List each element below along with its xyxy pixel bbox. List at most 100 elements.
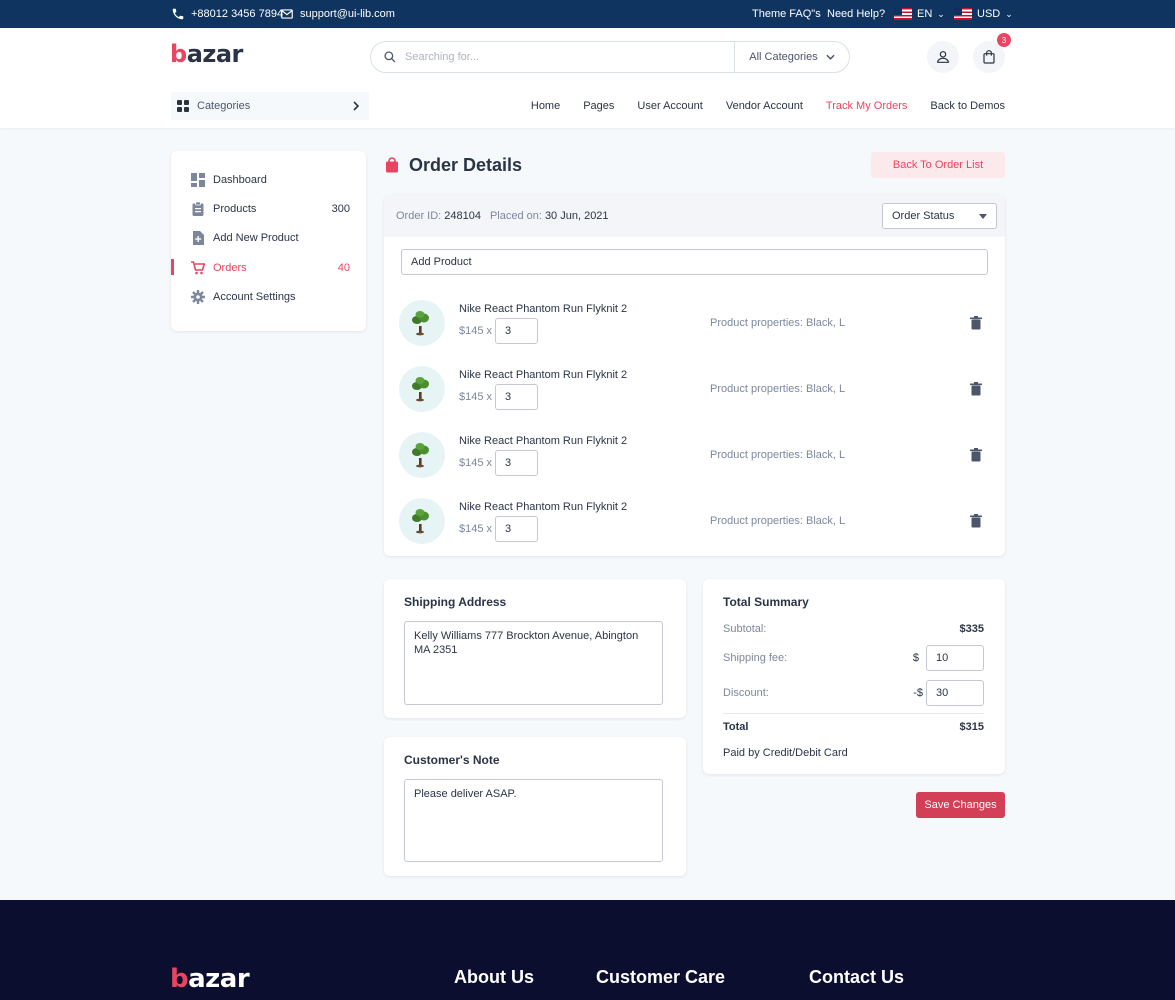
product-image: [399, 300, 445, 346]
product-image: [399, 432, 445, 478]
order-id-label: Order ID:: [396, 210, 442, 222]
placed-on-value: 30 Jun, 2021: [544, 210, 609, 222]
payment-method: Paid by Credit/Debit Card: [723, 746, 984, 760]
currency-select[interactable]: USD ⌄: [954, 0, 1013, 28]
logo-letter: b: [170, 40, 187, 68]
customer-note-card: Customer's Note Please deliver ASAP.: [384, 737, 686, 876]
cart-count-badge: 3: [997, 33, 1011, 47]
nav-back-to-demos[interactable]: Back to Demos: [930, 100, 1005, 112]
search-input[interactable]: [405, 51, 734, 63]
discount-row: Discount: -$ 30: [723, 680, 984, 706]
chevron-down-icon: [826, 54, 835, 60]
sidebar-item-account-settings[interactable]: Account Settings: [171, 282, 366, 311]
discount-currency: -$: [913, 687, 923, 699]
bonsai-plant-icon: [412, 509, 429, 534]
language-select[interactable]: EN ⌄: [894, 0, 945, 28]
account-button[interactable]: [927, 41, 959, 73]
us-flag-icon: [954, 8, 972, 20]
category-dropdown-label: All Categories: [749, 51, 818, 63]
order-status-select[interactable]: Order Status: [882, 203, 997, 229]
phone-text: +88012 3456 7894: [191, 8, 284, 20]
total-value: $315: [959, 721, 984, 733]
footer-customer-care-heading: Customer Care: [596, 967, 726, 987]
email-contact[interactable]: support@ui-lib.com: [280, 0, 395, 28]
customer-note-title: Customer's Note: [404, 753, 500, 767]
sidebar-item-orders[interactable]: Orders 40: [171, 253, 366, 282]
delete-icon[interactable]: [970, 316, 982, 330]
delete-icon[interactable]: [970, 514, 982, 528]
discount-input[interactable]: 30: [926, 680, 984, 706]
product-properties: Product properties: Black, L: [710, 383, 846, 395]
product-image: [399, 366, 445, 412]
email-text: support@ui-lib.com: [300, 8, 395, 20]
product-price: $145 x: [459, 523, 493, 535]
bonsai-plant-icon: [412, 377, 429, 402]
footer: bazar About Us Customer Care Contact Us: [0, 900, 1175, 1000]
footer-logo-letter: b: [170, 964, 189, 994]
quantity-input[interactable]: 3: [495, 516, 538, 542]
sidebar-item-dashboard[interactable]: Dashboard: [171, 165, 366, 194]
gear-icon: [191, 289, 205, 304]
main-nav: Home Pages User Account Vendor Account T…: [531, 100, 1005, 112]
back-to-order-list-button[interactable]: Back To Order List: [871, 152, 1005, 178]
shipping-fee-input[interactable]: 10: [926, 645, 984, 671]
nav-pages[interactable]: Pages: [583, 100, 614, 112]
page-header: Order Details Back To Order List: [384, 151, 1005, 179]
bonsai-plant-icon: [412, 311, 429, 336]
shipping-fee-currency: $: [912, 652, 919, 664]
total-summary-card: Total Summary Subtotal: $335 Shipping fe…: [703, 579, 1005, 774]
sidebar-item-products[interactable]: Products 300: [171, 194, 366, 223]
categories-label: Categories: [197, 100, 251, 112]
footer-logo[interactable]: bazar: [170, 964, 250, 994]
subtotal-value: $335: [959, 623, 984, 635]
sidebar-item-add-new-product[interactable]: Add New Product: [171, 224, 366, 253]
product-price: $145 x: [459, 391, 493, 403]
logo[interactable]: bazar: [170, 40, 243, 68]
grid-icon: [177, 100, 189, 112]
order-item-row: Nike React Phantom Run Flyknit 2 $145 x …: [399, 364, 989, 412]
shopping-bag-icon: [386, 157, 398, 173]
help-label: Need Help?: [827, 8, 886, 20]
product-properties: Product properties: Black, L: [710, 317, 846, 329]
delete-icon[interactable]: [970, 382, 982, 396]
phone-contact[interactable]: +88012 3456 7894: [171, 0, 283, 28]
sidebar-item-label: Add New Product: [213, 232, 299, 245]
product-image: [399, 498, 445, 544]
product-name: Nike React Phantom Run Flyknit 2: [459, 369, 628, 381]
cart-icon: [191, 260, 205, 274]
vendor-sidebar: Dashboard Products 300 Add New Product O…: [171, 151, 366, 331]
add-file-icon: [193, 231, 204, 246]
save-changes-button[interactable]: Save Changes: [916, 792, 1005, 818]
product-name: Nike React Phantom Run Flyknit 2: [459, 303, 628, 315]
category-dropdown[interactable]: All Categories: [734, 42, 849, 72]
nav-home[interactable]: Home: [531, 100, 560, 112]
chevron-down-icon: ⌄: [937, 8, 945, 19]
language-label: EN: [917, 8, 933, 20]
chevron-right-icon: [353, 101, 359, 111]
faq-link[interactable]: Theme FAQ"s: [752, 0, 821, 28]
total-summary-title: Total Summary: [723, 595, 809, 609]
categories-menu-button[interactable]: Categories: [171, 92, 369, 120]
user-icon: [937, 51, 949, 63]
shipping-address-textarea[interactable]: Kelly Williams 777 Brockton Avenue, Abin…: [404, 621, 663, 705]
sidebar-item-label: Account Settings: [213, 290, 296, 303]
add-product-input[interactable]: Add Product: [401, 249, 988, 275]
nav-track-my-orders[interactable]: Track My Orders: [826, 100, 908, 112]
help-link[interactable]: Need Help?: [827, 0, 885, 28]
us-flag-icon: [894, 8, 912, 20]
quantity-input[interactable]: 3: [495, 450, 538, 476]
product-price: $145 x: [459, 325, 493, 337]
shopping-bag-icon: [983, 50, 995, 64]
nav-user-account[interactable]: User Account: [637, 100, 702, 112]
cart-button[interactable]: 3: [973, 33, 1011, 73]
top-bar: +88012 3456 7894 support@ui-lib.com Them…: [0, 0, 1175, 28]
product-properties: Product properties: Black, L: [710, 449, 846, 461]
customer-note-textarea[interactable]: Please deliver ASAP.: [404, 779, 663, 862]
quantity-input[interactable]: 3: [495, 318, 538, 344]
sidebar-item-label: Orders: [213, 261, 247, 274]
shipping-address-title: Shipping Address: [404, 595, 507, 609]
delete-icon[interactable]: [970, 448, 982, 462]
nav-vendor-account[interactable]: Vendor Account: [726, 100, 803, 112]
quantity-input[interactable]: 3: [495, 384, 538, 410]
clipboard-icon: [192, 201, 204, 216]
